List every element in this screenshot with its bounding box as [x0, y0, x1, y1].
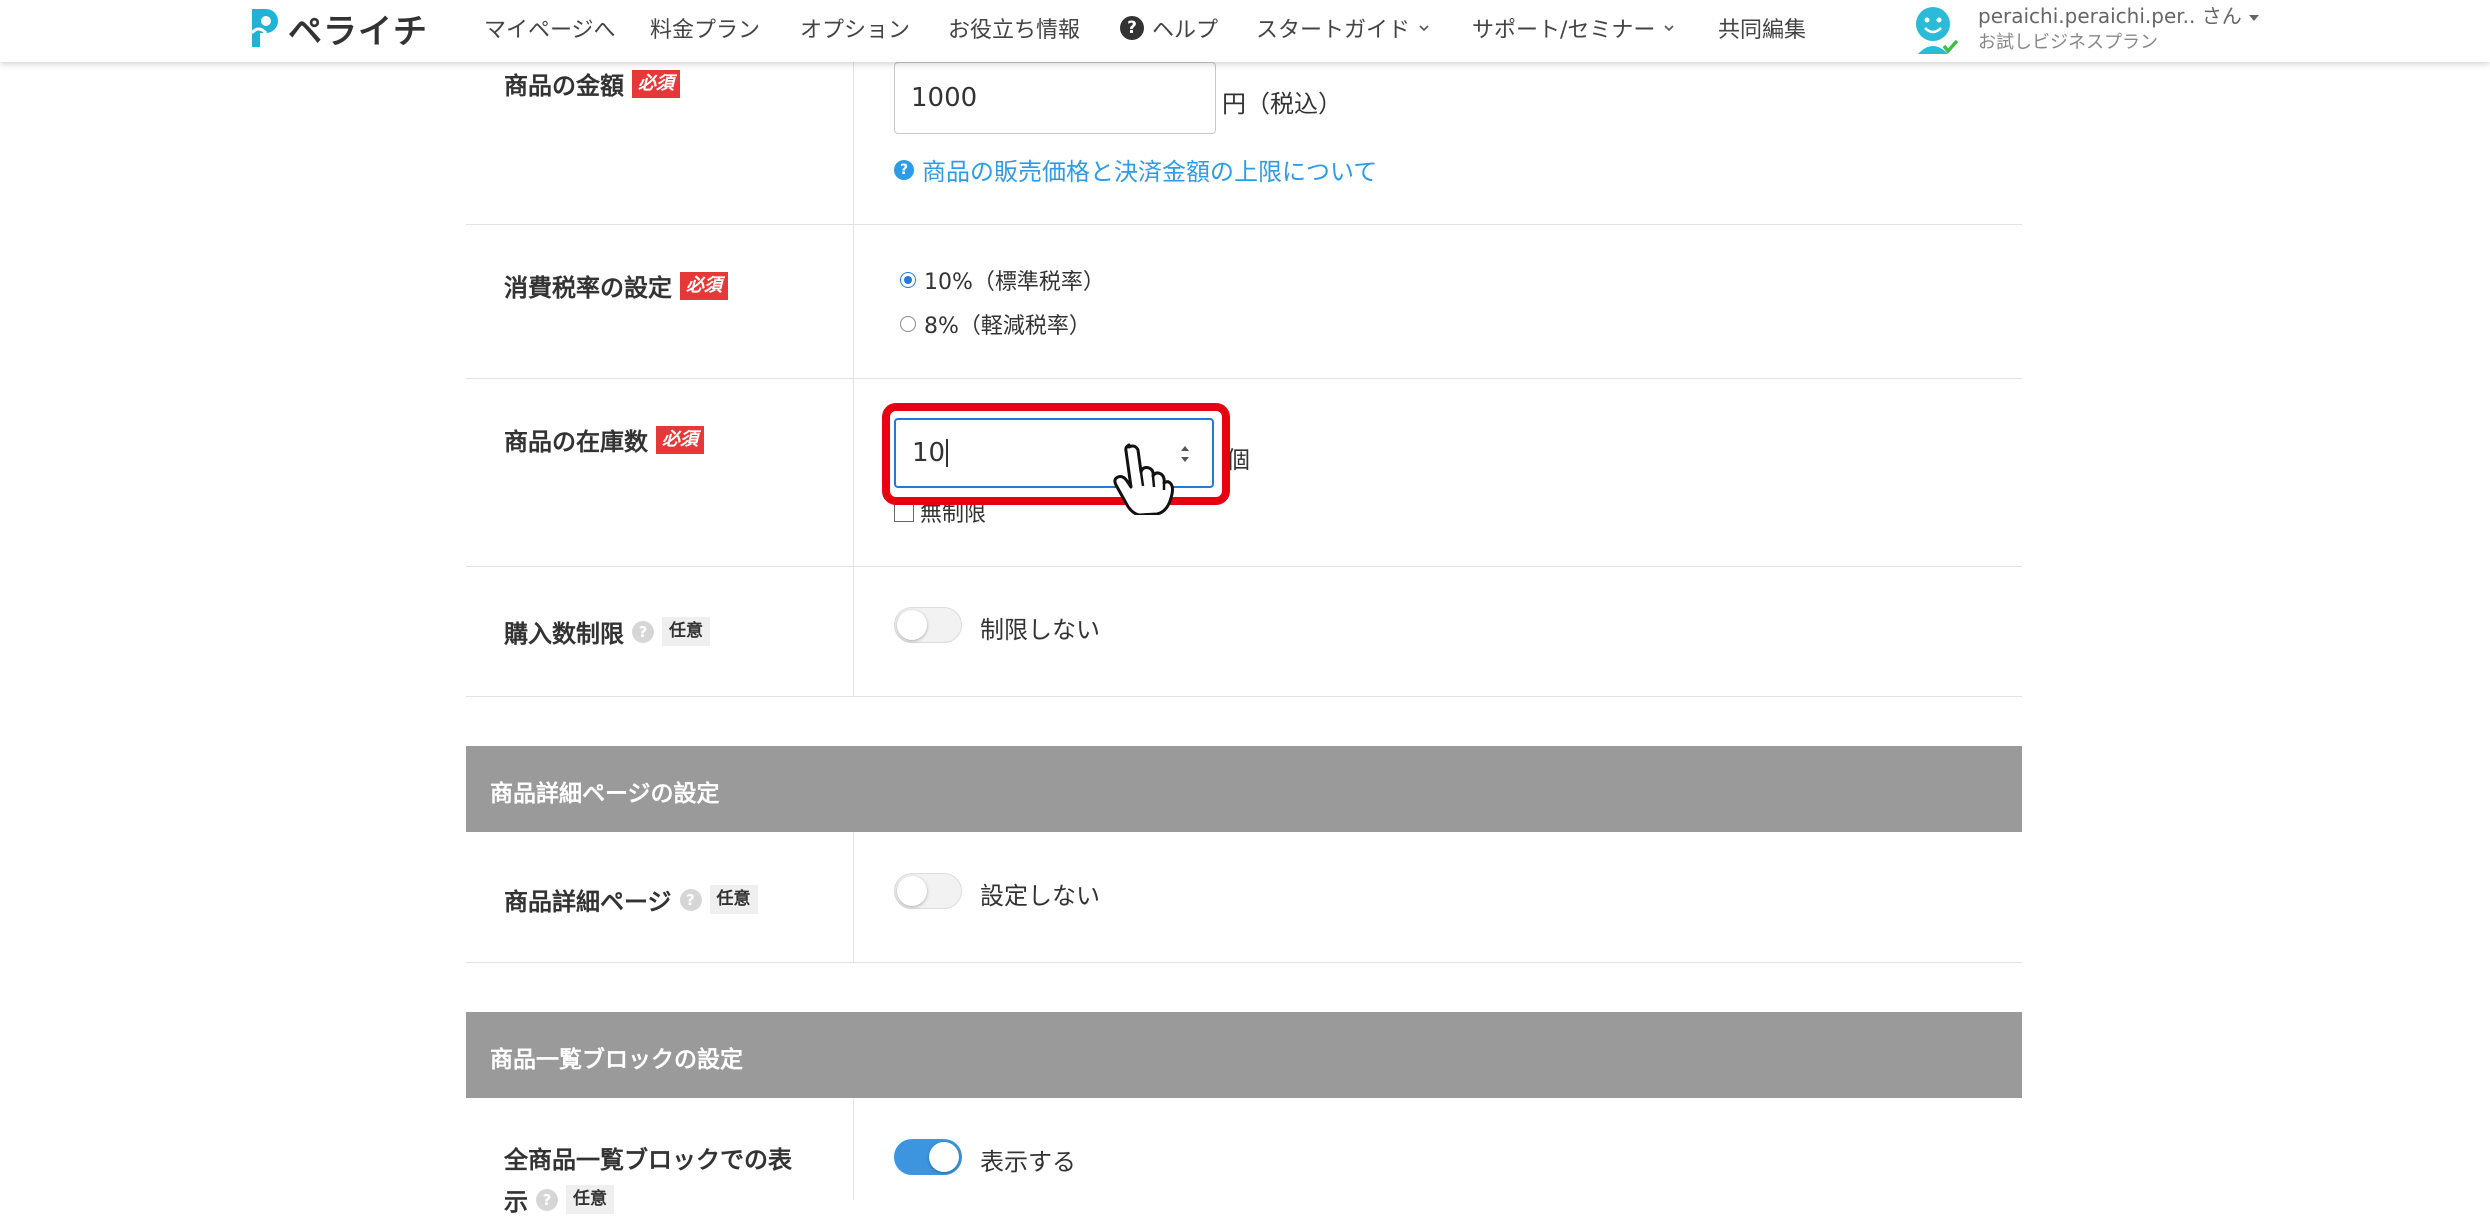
- price-help-link-text: 商品の販売価格と決済金額の上限について: [922, 158, 1378, 186]
- price-input-value: 1000: [911, 83, 978, 113]
- detail-page-label-text: 商品詳細ページ: [504, 888, 672, 916]
- nav-help-label: ヘルプ: [1152, 18, 1219, 43]
- user-name-text: peraichi.peraichi.per.. さん: [1978, 4, 2242, 28]
- detail-page-toggle[interactable]: [894, 873, 962, 909]
- detail-page-toggle-label: 設定しない: [980, 882, 1100, 910]
- row-divider: [466, 696, 2022, 697]
- tax-option-10[interactable]: 10%（標準税率）: [900, 264, 1105, 296]
- highlight-frame: [882, 403, 1230, 505]
- section-header-detail-page: 商品詳細ページの設定: [466, 746, 2022, 832]
- nav-start-guide-label: スタートガイド: [1256, 18, 1411, 43]
- section-header-list-block: 商品一覧ブロックの設定: [466, 1012, 2022, 1098]
- form-column-divider: [853, 62, 854, 696]
- nav-options[interactable]: オプション: [800, 12, 910, 44]
- purchase-limit-label: 購入数制限 ? 任意: [504, 614, 710, 649]
- purchase-limit-toggle-label: 制限しない: [980, 616, 1100, 644]
- price-input[interactable]: 1000: [894, 62, 1216, 134]
- tax-option-8-label: 8%（軽減税率）: [924, 314, 1091, 339]
- logo-text: ペライチ: [288, 11, 428, 52]
- price-unit: 円（税込）: [1222, 90, 1342, 118]
- checkbox-unchecked-icon[interactable]: [894, 502, 914, 522]
- nav-mypage[interactable]: マイページへ: [484, 12, 616, 44]
- nav-pricing-label: 料金プラン: [650, 18, 761, 43]
- stock-label: 商品の在庫数 必須: [504, 422, 704, 457]
- stock-label-text: 商品の在庫数: [504, 428, 648, 456]
- list-block-label-text: 全商品一覧ブロックでの表: [504, 1146, 792, 1174]
- question-circle-icon[interactable]: ?: [679, 888, 702, 911]
- toggle-knob: [897, 610, 927, 640]
- radio-unchecked-icon[interactable]: [900, 316, 916, 332]
- help-icon: ?: [1120, 16, 1144, 40]
- section-title: 商品詳細ページの設定: [490, 781, 720, 807]
- nav-start-guide[interactable]: スタートガイド: [1256, 12, 1430, 44]
- purchase-limit-toggle[interactable]: [894, 607, 962, 643]
- nav-useful-info[interactable]: お役立ち情報: [948, 12, 1080, 44]
- form-column-divider: [853, 1098, 854, 1200]
- question-circle-icon[interactable]: ?: [632, 620, 654, 643]
- top-navbar: ペライチ マイページへ 料金プラン オプション お役立ち情報 ? ヘルプ スター…: [0, 0, 2490, 62]
- nav-options-label: オプション: [800, 18, 911, 43]
- row-divider: [466, 224, 2022, 225]
- hand-pointer-cursor-icon: [1113, 443, 1174, 515]
- tax-label-text: 消費税率の設定: [504, 274, 672, 302]
- question-circle-icon: ?: [894, 159, 914, 180]
- required-badge: 必須: [680, 271, 728, 300]
- nav-support-seminar-label: サポート/セミナー: [1472, 18, 1656, 43]
- list-block-label: 全商品一覧ブロックでの表: [504, 1140, 792, 1175]
- row-divider: [466, 566, 2022, 567]
- row-divider: [466, 962, 2022, 963]
- user-avatar-icon[interactable]: [1910, 4, 1960, 56]
- row-divider: [466, 378, 2022, 379]
- purchase-limit-label-text: 購入数制限: [504, 620, 624, 648]
- section-title: 商品一覧ブロックの設定: [490, 1047, 743, 1073]
- form-column-divider: [853, 832, 854, 962]
- nav-mypage-label: マイページへ: [484, 18, 616, 43]
- nav-co-editing-label: 共同編集: [1718, 18, 1807, 43]
- nav-useful-info-label: お役立ち情報: [948, 18, 1081, 43]
- detail-page-label: 商品詳細ページ ? 任意: [504, 882, 758, 917]
- nav-pricing[interactable]: 料金プラン: [650, 12, 760, 44]
- optional-badge: 任意: [662, 617, 710, 646]
- toggle-knob: [929, 1142, 959, 1172]
- list-block-toggle[interactable]: [894, 1139, 962, 1175]
- required-badge: 必須: [632, 69, 680, 98]
- user-plan: お試しビジネスプラン: [1978, 32, 2158, 53]
- tax-option-8[interactable]: 8%（軽減税率）: [900, 308, 1091, 340]
- price-label-text: 商品の金額: [504, 72, 624, 100]
- caret-down-icon: [2249, 15, 2260, 21]
- chevron-down-icon: [1664, 25, 1674, 32]
- user-name[interactable]: peraichi.peraichi.per.. さん: [1978, 0, 2260, 29]
- optional-badge: 任意: [709, 885, 758, 914]
- nav-help[interactable]: ? ヘルプ: [1120, 12, 1218, 44]
- chevron-down-icon: [1419, 25, 1429, 32]
- peraichi-logo[interactable]: ペライチ: [246, 2, 428, 54]
- tax-option-10-label: 10%（標準税率）: [924, 270, 1105, 295]
- price-label: 商品の金額 必須: [504, 66, 680, 101]
- toggle-knob: [897, 876, 927, 906]
- radio-checked-icon[interactable]: [900, 272, 916, 288]
- nav-co-editing[interactable]: 共同編集: [1718, 12, 1806, 44]
- tax-label: 消費税率の設定 必須: [504, 268, 728, 303]
- required-badge: 必須: [656, 425, 704, 454]
- price-help-link[interactable]: ? 商品の販売価格と決済金額の上限について: [894, 152, 1377, 187]
- list-block-toggle-label: 表示する: [980, 1148, 1076, 1176]
- nav-support-seminar[interactable]: サポート/セミナー: [1472, 12, 1675, 44]
- peraichi-logo-mark-icon: [250, 9, 278, 47]
